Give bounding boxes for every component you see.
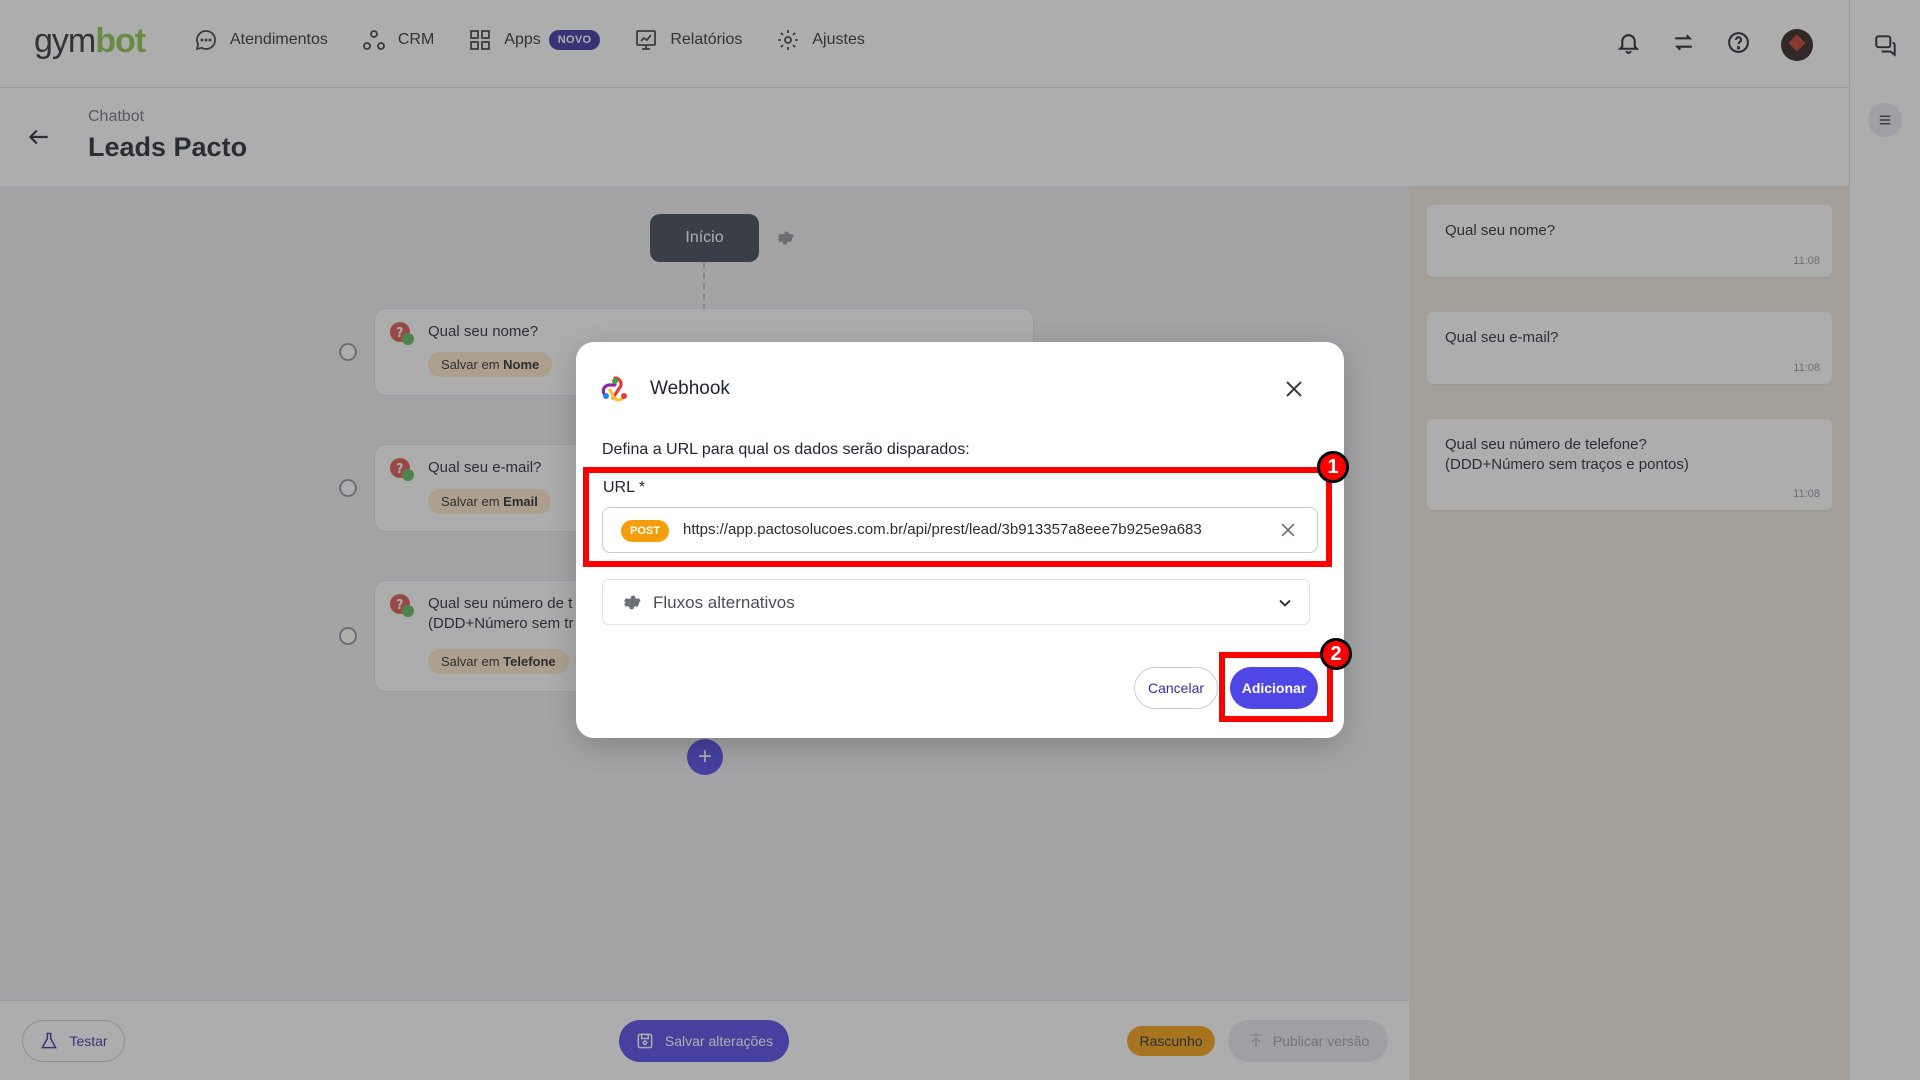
cancel-button[interactable]: Cancelar <box>1134 667 1218 709</box>
alternative-flows-label: Fluxos alternativos <box>653 593 795 612</box>
close-icon <box>1286 381 1302 397</box>
step-marker-2: 2 <box>1320 638 1352 670</box>
close-modal-button[interactable] <box>1282 377 1306 401</box>
modal-title: Webhook <box>650 378 730 399</box>
highlight-box-url <box>583 467 1332 567</box>
modal-description: Defina a URL para qual os dados serão di… <box>602 441 970 458</box>
alternative-flows-dropdown[interactable]: Fluxos alternativos <box>602 579 1310 625</box>
gear-icon <box>621 592 642 613</box>
step-marker-1: 1 <box>1317 451 1349 483</box>
chevron-down-icon <box>1275 593 1295 613</box>
webhook-icon <box>601 376 627 402</box>
highlight-box-add <box>1219 652 1333 722</box>
